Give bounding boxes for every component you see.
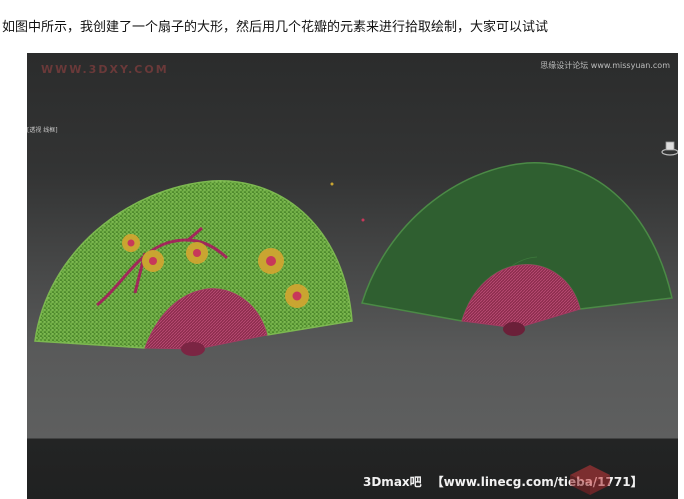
article-caption: 如图中所示，我创建了一个扇子的大形，然后用几个花瓣的元素来进行拾取绘制，大家可以… xyxy=(2,20,549,35)
brand-3dmax: 3Dmax吧 xyxy=(363,475,422,489)
right-fan[interactable] xyxy=(361,162,673,336)
flower xyxy=(186,242,208,264)
flower xyxy=(285,284,309,308)
left-fan[interactable] xyxy=(34,180,353,356)
flower xyxy=(122,234,140,252)
fan-scene xyxy=(34,162,673,356)
flower xyxy=(258,248,284,274)
3d-box-logo-icon xyxy=(570,465,610,495)
3d-viewport[interactable]: WWW.3DXY.COM 思缘设计论坛 www.missyuan.com [透视… xyxy=(27,53,678,499)
flower xyxy=(142,250,164,272)
